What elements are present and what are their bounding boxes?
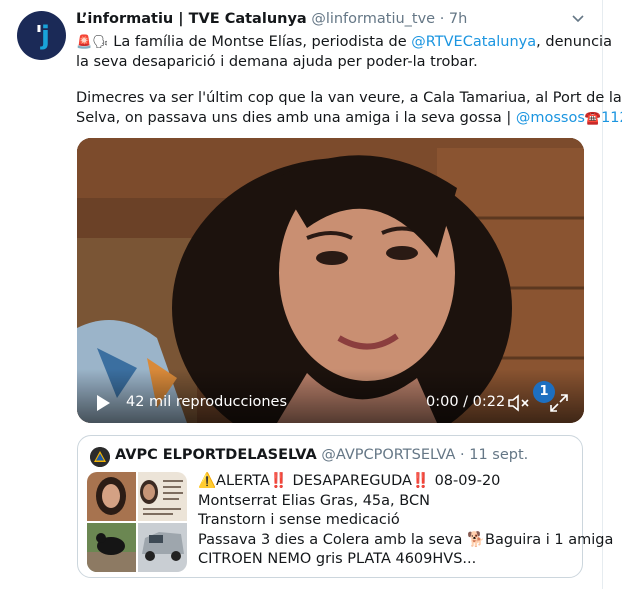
tweet-text-line-1: 🚨🗣 La família de Montse Elías, periodist… <box>76 34 612 50</box>
quoted-text-line-4: Passava 3 dies a Colera amb la seva 🐕Bag… <box>198 532 614 548</box>
mention-mossos[interactable]: @mossos <box>516 110 585 126</box>
video-player[interactable]: 42 mil reproducciones 0:00 / 0:22 1 <box>77 138 584 423</box>
video-time: 0:00 / 0:22 <box>426 394 506 410</box>
tweet-header: L’informatiu | TVE Catalunya @linformati… <box>76 11 467 27</box>
tweet-time[interactable]: 7h <box>449 11 467 27</box>
tweet-text-line-3: Dimecres va ser l'últim cop que la van v… <box>76 90 622 106</box>
view-count: 42 mil reproducciones <box>126 394 288 410</box>
chevron-down-icon[interactable] <box>570 10 586 26</box>
mention-rtvecatalunya[interactable]: @RTVECatalunya <box>411 34 536 50</box>
quoted-header: AVPC ELPORTDELASELVA @AVPCPORTSELVA · 11… <box>115 447 528 463</box>
volume-muted-icon[interactable] <box>507 393 531 413</box>
quoted-author-handle[interactable]: @AVPCPORTSELVA <box>321 447 455 463</box>
quoted-author-name[interactable]: AVPC ELPORTDELASELVA <box>115 447 317 463</box>
separator-dot: · <box>439 11 445 27</box>
fullscreen-icon[interactable] <box>549 393 569 413</box>
author-avatar[interactable]: ' j <box>17 11 66 60</box>
tweet-text-line-2: la seva desaparició i demana ajuda per p… <box>76 54 478 70</box>
author-name[interactable]: L’informatiu | TVE Catalunya <box>76 11 307 27</box>
quoted-date[interactable]: 11 sept. <box>469 447 528 463</box>
author-handle[interactable]: @linformatiu_tve <box>311 11 435 27</box>
quoted-author-avatar[interactable] <box>90 447 110 467</box>
phone-number[interactable]: 112 <box>601 110 622 126</box>
alert-emoji: 🚨🗣 <box>76 35 109 50</box>
quoted-text-line-2: Montserrat Elias Gras, 45a, BCN <box>198 493 430 509</box>
quoted-media-thumbnails[interactable] <box>87 472 187 572</box>
separator-dot: · <box>460 447 465 463</box>
tweet-text-line-4: Selva, on passava uns dies amb una amiga… <box>76 108 622 129</box>
phone-emoji: ☎️ <box>584 111 602 126</box>
quoted-text-line-3: Transtorn i sense medicació <box>198 512 400 528</box>
quoted-text-line-1: ⚠️ALERTA‼️ DESAPAREGUDA‼️ 08-09-20 <box>198 473 501 489</box>
quoted-tweet[interactable]: AVPC ELPORTDELASELVA @AVPCPORTSELVA · 11… <box>77 435 613 578</box>
quoted-text-line-5: CITROEN NEMO gris PLATA 4609HVS... <box>198 551 477 567</box>
play-icon[interactable] <box>94 394 112 412</box>
